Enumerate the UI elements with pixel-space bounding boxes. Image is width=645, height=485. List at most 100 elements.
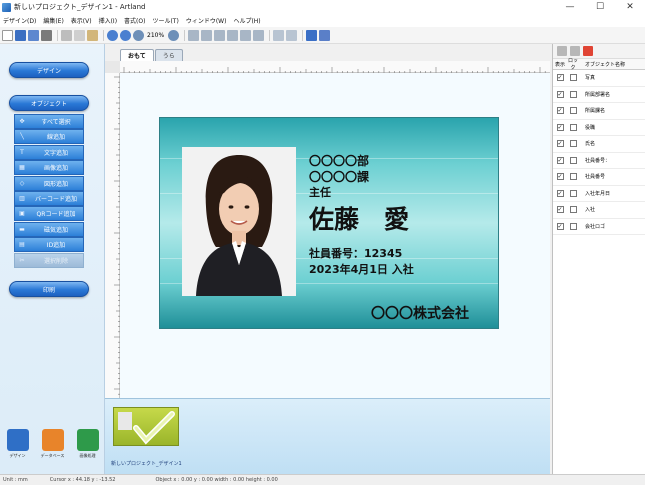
menu-item[interactable]: 書式(O)	[124, 16, 145, 25]
object-row[interactable]: ✓ 社員番号：	[553, 153, 645, 169]
tool-button[interactable]: ✂ 選択削除	[14, 252, 84, 268]
thumbnail-label: 新しいプロジェクト_デザイン1	[111, 461, 182, 467]
align-right-icon[interactable]	[214, 29, 226, 41]
copy-icon[interactable]	[74, 29, 85, 41]
lock-checkbox[interactable]	[569, 189, 577, 197]
tool-button[interactable]: ▣ QRコード追加	[14, 206, 84, 222]
department-text[interactable]: 〇〇〇〇部	[309, 152, 369, 169]
show-checkbox[interactable]: ✓	[556, 90, 564, 98]
tool-button[interactable]: ◇ 図形追加	[14, 175, 84, 191]
lock-checkbox[interactable]	[569, 74, 577, 82]
align-bottom-icon[interactable]	[253, 29, 265, 41]
zoom-level[interactable]: 210%	[147, 32, 164, 39]
menu-item[interactable]: 表示(V)	[71, 16, 92, 25]
align-left-icon[interactable]	[188, 29, 200, 41]
design-thumbnail[interactable]	[113, 407, 179, 446]
tool-button[interactable]: ▤ ID追加	[14, 237, 84, 253]
design-mode-button[interactable]: デザイン	[9, 62, 89, 78]
menu-item[interactable]: 編集(E)	[43, 16, 63, 25]
zoom-icon[interactable]	[133, 29, 144, 41]
print-button[interactable]: 印刷	[9, 281, 89, 297]
tool-button[interactable]: ▦ 画像追加	[14, 160, 84, 176]
save-all-icon[interactable]	[28, 29, 39, 41]
magnetic-icon: ▬	[19, 225, 25, 233]
menu-item[interactable]: ヘルプ(H)	[233, 16, 260, 25]
employee-number-text[interactable]: 社員番号：12345	[309, 245, 402, 261]
menu-item[interactable]: 挿入(I)	[99, 16, 117, 25]
tool-button[interactable]: ✥ すべて選択	[14, 114, 84, 129]
object-name: 所属部署名	[585, 91, 611, 98]
lock-checkbox[interactable]	[569, 156, 577, 164]
object-row[interactable]: ✓ 役職	[553, 120, 645, 136]
maximize-button[interactable]: ☐	[585, 0, 615, 14]
lock-cell	[567, 140, 579, 148]
show-checkbox[interactable]: ✓	[556, 222, 564, 230]
align-center-icon[interactable]	[201, 29, 213, 41]
position-text[interactable]: 主任	[309, 184, 331, 200]
portrait-photo[interactable]	[182, 147, 296, 296]
align-middle-icon[interactable]	[240, 29, 252, 41]
design-app-icon[interactable]: デザイン	[1, 429, 34, 459]
tool-button[interactable]: T 文字追加	[14, 144, 84, 160]
tool-button[interactable]: ╲ 線追加	[14, 129, 84, 145]
redo-icon[interactable]	[120, 29, 131, 41]
align-top-icon[interactable]	[227, 29, 239, 41]
tab-side-1[interactable]: うら	[154, 49, 183, 61]
show-checkbox[interactable]: ✓	[556, 156, 564, 164]
move-down-icon[interactable]	[570, 46, 580, 56]
print-icon[interactable]	[41, 29, 52, 41]
distribute-v-icon[interactable]	[286, 29, 298, 41]
zoom-out-icon[interactable]	[168, 29, 180, 41]
object-row[interactable]: ✓ 会社ロゴ	[553, 219, 645, 235]
tab-side-0[interactable]: おもて	[120, 49, 154, 61]
object-row[interactable]: ✓ 写真	[553, 70, 645, 87]
lock-checkbox[interactable]	[569, 90, 577, 98]
company-logo-text[interactable]: 〇〇〇株式会社	[371, 303, 469, 323]
show-checkbox[interactable]: ✓	[556, 206, 564, 214]
id-icon: ▤	[19, 241, 25, 249]
object-row[interactable]: ✓ 入社年月日	[553, 186, 645, 202]
paste-icon[interactable]	[87, 29, 98, 41]
show-checkbox[interactable]: ✓	[556, 74, 564, 82]
show-checkbox[interactable]: ✓	[556, 123, 564, 131]
new-icon[interactable]	[2, 29, 13, 41]
lock-checkbox[interactable]	[569, 123, 577, 131]
id-card[interactable]: 〇〇〇〇部 〇〇〇〇課 主任 佐藤 愛 社員番号：12345 2023年4月1日…	[159, 117, 499, 329]
lock-checkbox[interactable]	[569, 206, 577, 214]
object-row[interactable]: ✓ 社員番号	[553, 169, 645, 186]
lock-checkbox[interactable]	[569, 140, 577, 148]
object-mode-button[interactable]: オブジェクト	[9, 95, 89, 111]
object-row[interactable]: ✓ 氏名	[553, 136, 645, 153]
lock-checkbox[interactable]	[569, 222, 577, 230]
menu-item[interactable]: デザイン(D)	[3, 16, 36, 25]
object-row[interactable]: ✓ 所属課名	[553, 103, 645, 120]
app-icon-image	[6, 429, 29, 451]
move-icon[interactable]	[306, 29, 318, 41]
cut-icon[interactable]	[61, 29, 72, 41]
tool-button[interactable]: ▥ バーコード追加	[14, 190, 84, 206]
name-text[interactable]: 佐藤 愛	[309, 200, 409, 236]
group-icon[interactable]	[319, 29, 331, 41]
minimize-button[interactable]: —	[555, 0, 585, 14]
show-checkbox[interactable]: ✓	[556, 107, 564, 115]
section-text[interactable]: 〇〇〇〇課	[309, 168, 369, 185]
close-button[interactable]: ✕	[615, 0, 645, 14]
object-row[interactable]: ✓ 所属部署名	[553, 87, 645, 103]
object-row[interactable]: ✓ 入社	[553, 202, 645, 219]
move-up-icon[interactable]	[557, 46, 567, 56]
menu-item[interactable]: ツール(T)	[152, 16, 178, 25]
show-checkbox[interactable]: ✓	[556, 189, 564, 197]
undo-icon[interactable]	[107, 29, 118, 41]
delete-object-icon[interactable]	[583, 46, 593, 56]
show-checkbox[interactable]: ✓	[556, 140, 564, 148]
database-app-icon[interactable]: データベース	[36, 429, 69, 459]
distribute-h-icon[interactable]	[273, 29, 285, 41]
lock-checkbox[interactable]	[569, 107, 577, 115]
save-icon[interactable]	[15, 29, 26, 41]
join-date-text[interactable]: 2023年4月1日 入社	[309, 261, 414, 277]
image-app-icon[interactable]: 画像処理	[71, 429, 104, 459]
tool-button[interactable]: ▬ 磁気追加	[14, 221, 84, 237]
lock-checkbox[interactable]	[569, 173, 577, 181]
show-checkbox[interactable]: ✓	[556, 173, 564, 181]
menu-item[interactable]: ウィンドウ(W)	[186, 16, 227, 25]
